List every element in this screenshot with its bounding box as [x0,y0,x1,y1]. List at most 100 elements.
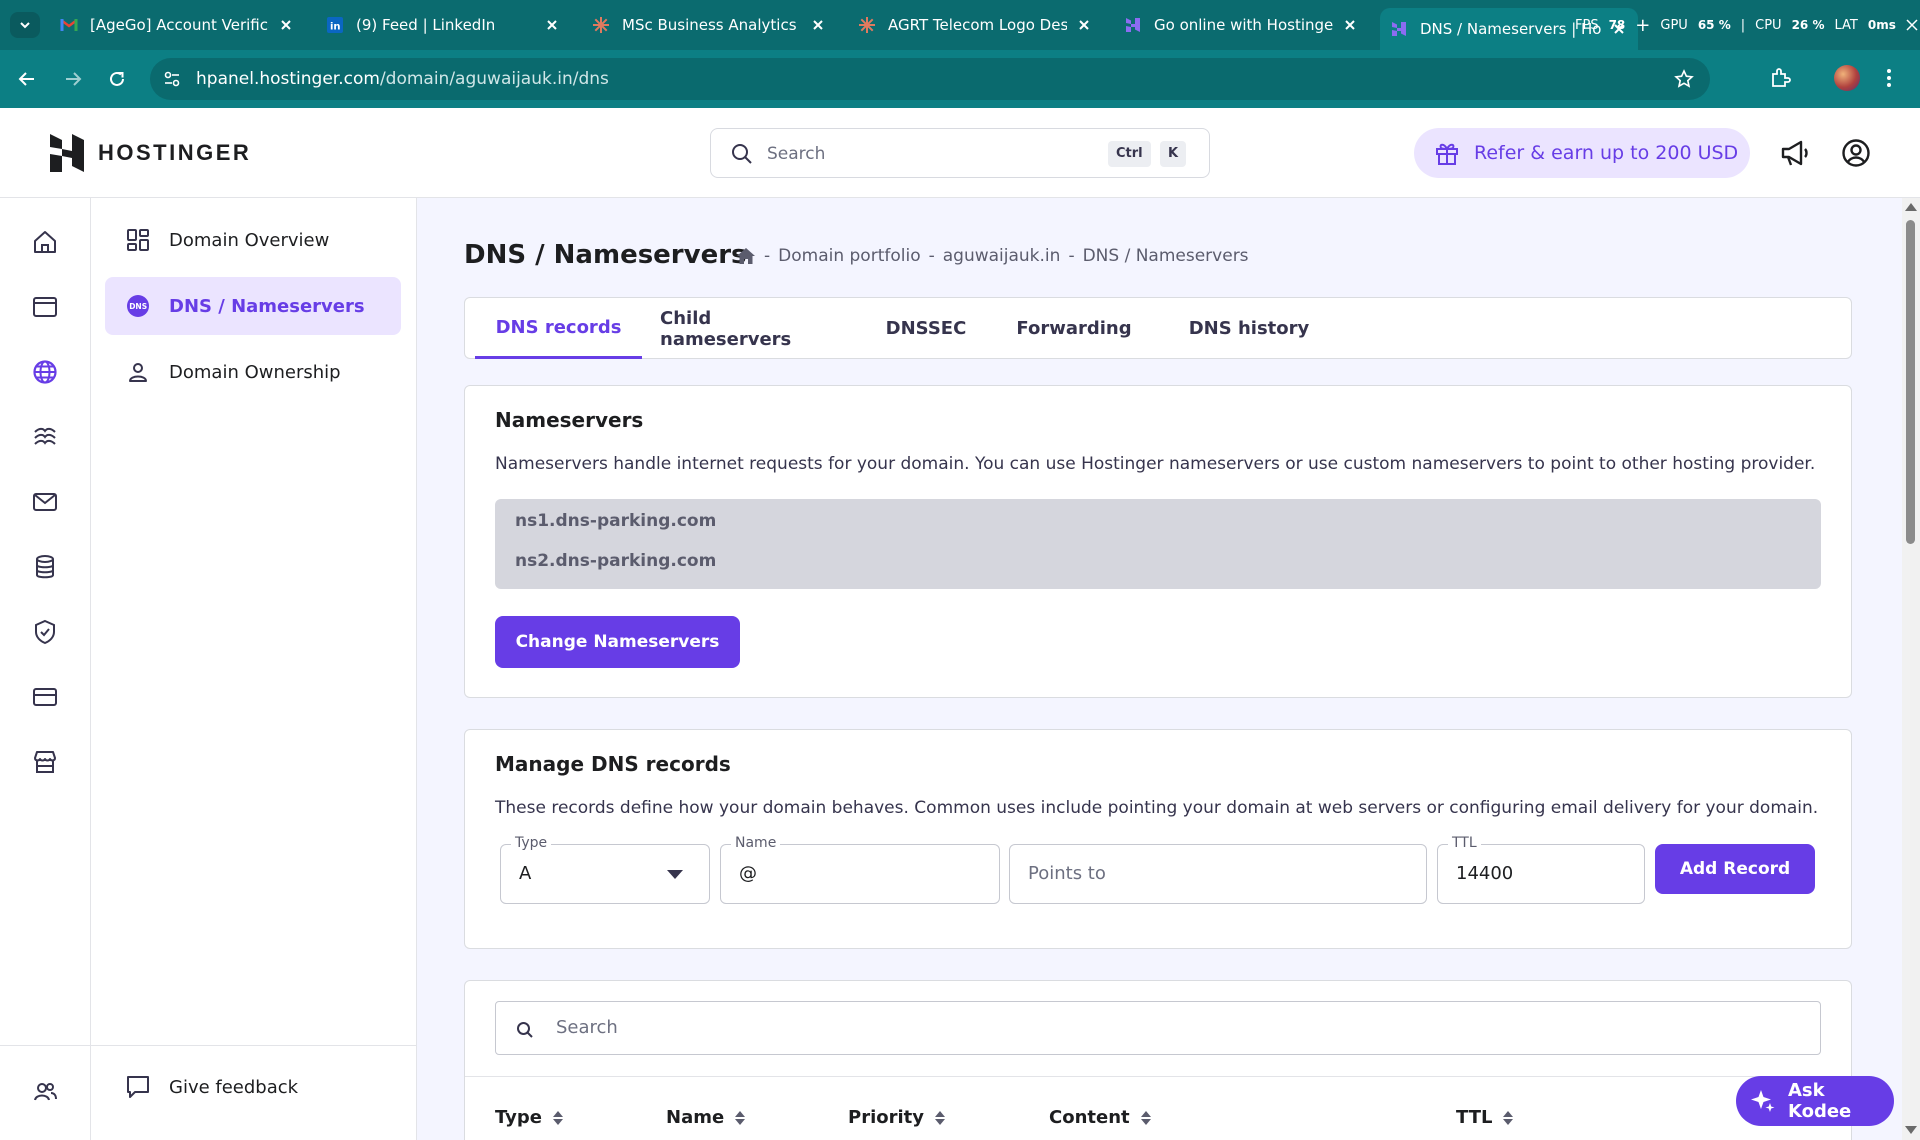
table-divider [465,1076,1851,1077]
profile-avatar[interactable] [1834,65,1860,91]
tab-dns-records[interactable]: DNS records [475,298,642,359]
refer-label: Refer & earn up to 200 USD [1474,142,1739,164]
column-header-priority[interactable]: Priority [848,1107,946,1128]
browser-tab[interactable]: AGRT Telecom Logo Desig [848,8,1103,42]
linkedin-icon: in [326,16,344,34]
scroll-up-arrow[interactable] [1905,203,1917,211]
url-path: /domain/aguwaijauk.in/dns [379,69,609,89]
gift-icon [1436,143,1458,165]
global-search[interactable]: Ctrl K [710,128,1210,178]
name-label: Name [731,835,781,851]
breadcrumb-domain[interactable]: aguwaijauk.in [943,246,1061,266]
tab-child-nameservers[interactable]: Child nameservers [660,298,848,359]
column-header-ttl[interactable]: TTL [1456,1107,1514,1128]
url-host: hpanel.hostinger.com [196,69,380,89]
browser-tab[interactable]: in (9) Feed | LinkedIn [316,8,571,42]
refer-earn-button[interactable]: Refer & earn up to 200 USD [1414,128,1750,178]
tab-dns-history[interactable]: DNS history [1169,298,1329,359]
close-icon[interactable] [1341,16,1359,34]
change-nameservers-button[interactable]: Change Nameservers [495,616,740,668]
tab-title: [AgeGo] Account Verificati [90,16,269,34]
lat-value: 0 [1867,18,1877,32]
search-icon [731,143,753,165]
column-header-content[interactable]: Content [1049,1107,1152,1128]
svg-text:in: in [330,22,341,33]
close-icon[interactable] [543,16,561,34]
close-icon[interactable] [1075,16,1093,34]
global-search-input[interactable] [767,141,1067,167]
domain-subnav: Domain Overview DNS DNS / Nameservers Do… [91,198,417,1140]
shortcut-ctrl-key: Ctrl [1108,141,1151,167]
bookmark-star-icon[interactable] [1674,69,1694,89]
browser-tab[interactable]: [AgeGo] Account Verificati [50,8,305,42]
home-icon[interactable] [29,226,61,258]
new-tab-icon[interactable]: + [1635,15,1650,36]
url-text: hpanel.hostinger.com/domain/aguwaijauk.i… [196,69,609,89]
hosting-icon[interactable] [29,421,61,453]
reload-icon[interactable] [104,66,130,92]
main-content: DNS / Nameservers - Domain portfolio - a… [418,198,1902,1140]
hostinger-icon [1390,20,1408,38]
breadcrumb-domain-portfolio[interactable]: Domain portfolio [778,246,920,266]
breadcrumb-separator: - [764,246,771,266]
close-icon[interactable] [809,16,827,34]
lat-unit: ms [1876,18,1896,32]
gmail-icon [60,16,78,34]
store-icon[interactable] [29,746,61,778]
ttl-field[interactable]: TTL 14400 [1437,835,1645,904]
site-settings-icon[interactable] [162,69,182,89]
records-search[interactable]: Search [495,1001,1821,1055]
points-to-field[interactable]: Points to [1009,844,1427,904]
logo-text: HOSTINGER [98,140,252,165]
tab-title: AGRT Telecom Logo Desig [888,16,1067,34]
forward-icon[interactable] [60,66,86,92]
add-record-button[interactable]: Add Record [1655,844,1815,894]
window-close-icon[interactable] [1906,19,1918,31]
subnav-item-domain-overview[interactable]: Domain Overview [105,211,401,269]
email-icon[interactable] [29,486,61,518]
tab-title: (9) Feed | LinkedIn [356,16,496,34]
gpu-value: 65 [1697,18,1715,32]
record-name-field[interactable]: Name @ [720,835,1000,904]
more-menu-icon[interactable] [1886,67,1892,89]
subnav-item-dns-nameservers[interactable]: DNS DNS / Nameservers [105,277,401,335]
scrollbar-thumb[interactable] [1906,220,1915,544]
back-icon[interactable] [14,66,40,92]
column-header-name[interactable]: Name [666,1107,746,1128]
subnav-item-domain-ownership[interactable]: Domain Ownership [105,343,401,401]
ask-kodee-button[interactable]: Ask Kodee [1736,1076,1894,1126]
hostinger-icon [1124,16,1142,34]
give-feedback-button[interactable]: Give feedback [125,1074,298,1100]
hostinger-logo[interactable]: HOSTINGER [50,134,251,172]
tab-search-button[interactable] [10,12,40,38]
points-to-placeholder: Points to [1028,863,1106,884]
address-bar[interactable]: hpanel.hostinger.com/domain/aguwaijauk.i… [150,58,1710,100]
subnav-label: DNS / Nameservers [169,295,365,317]
breadcrumb-home-icon[interactable] [736,247,756,265]
column-label: Content [1049,1107,1130,1128]
browser-tab[interactable]: MSc Business Analytics Pro [582,8,837,42]
megaphone-icon[interactable] [1780,138,1810,168]
billing-card-icon[interactable] [29,681,61,713]
nameserver-list: ns1.dns-parking.com ns2.dns-parking.com [495,499,1821,589]
rail-divider [0,1045,91,1046]
column-header-type[interactable]: Type [495,1107,564,1128]
person-icon [125,359,151,385]
scroll-down-arrow[interactable] [1905,1126,1917,1134]
database-icon[interactable] [29,551,61,583]
browser-tab[interactable]: Go online with Hostinger U [1114,8,1369,42]
extensions-icon[interactable] [1769,67,1791,89]
tab-forwarding[interactable]: Forwarding [999,298,1149,359]
gpu-unit: % [1718,18,1731,32]
domains-globe-icon[interactable] [29,356,61,388]
close-icon[interactable] [277,16,295,34]
websites-icon[interactable] [29,291,61,323]
svg-text:DNS: DNS [129,302,147,311]
dns-records-table: Search Type Name Priority Content TTL [464,980,1852,1140]
tab-dnssec[interactable]: DNSSEC [873,298,979,359]
account-icon[interactable] [1841,138,1871,168]
team-icon[interactable] [29,1076,61,1108]
security-shield-icon[interactable] [29,616,61,648]
record-type-select[interactable]: Type A [500,835,710,904]
column-label: Type [495,1107,542,1128]
